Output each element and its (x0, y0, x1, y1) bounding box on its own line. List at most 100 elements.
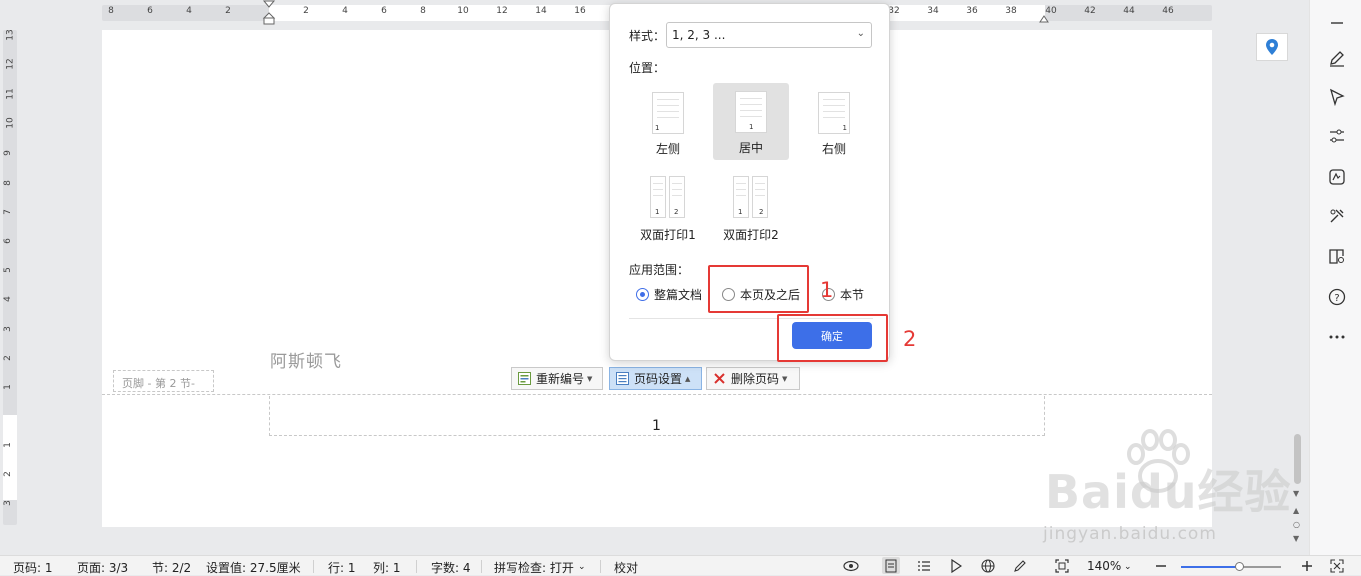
zoom-in-icon[interactable] (1298, 557, 1316, 574)
baidu-watermark-logo: Baidu经验 (1045, 465, 1292, 519)
status-setting-value[interactable]: 设置值: 27.5厘米 (206, 559, 301, 576)
chevron-down-icon: ▼ (587, 374, 593, 383)
fullscreen-icon[interactable] (1328, 557, 1346, 574)
ruler-label: 6 (381, 6, 387, 16)
ruler-label: 12 (5, 58, 16, 70)
outline-view-icon[interactable] (915, 557, 933, 574)
scroll-down-icon[interactable]: ▼ (1293, 489, 1299, 498)
ruler-label: 4 (2, 296, 13, 302)
ruler-label: 6 (147, 6, 153, 16)
status-spell-check[interactable]: 拼写检查: 打开 (494, 559, 574, 576)
status-separator (313, 560, 314, 573)
ai-doc-icon[interactable] (1326, 166, 1348, 188)
ruler-label: 34 (927, 6, 939, 16)
ruler-label: 2 (2, 355, 13, 361)
chevron-down-icon[interactable]: ⌄ (1124, 562, 1132, 572)
style-label: 样式： (629, 29, 666, 43)
chevron-down-icon: ⌄ (856, 28, 865, 39)
zoom-slider[interactable] (1181, 562, 1281, 571)
status-page-code[interactable]: 页码: 1 (13, 559, 53, 576)
ruler-label: 36 (966, 6, 978, 16)
document-body-text[interactable]: 阿斯顿飞 (270, 347, 342, 372)
position-option-label: 左侧 (655, 142, 680, 156)
right-indent-marker-icon[interactable] (1039, 13, 1049, 23)
pen-icon[interactable] (1326, 47, 1348, 69)
position-option-duplex-2[interactable]: 1 2 双面打印2 (713, 170, 789, 247)
ruler-label: 10 (5, 117, 16, 129)
ruler-label: 7 (2, 209, 13, 215)
chevron-down-icon[interactable]: ⌄ (578, 562, 586, 572)
zoom-out-icon[interactable] (1152, 557, 1170, 574)
status-word-count[interactable]: 字数: 4 (431, 559, 471, 576)
indent-marker-icon[interactable] (262, 0, 276, 28)
style-select[interactable]: 1, 2, 3 ... ⌄ (666, 22, 872, 48)
zoom-slider-fill (1181, 566, 1238, 568)
vertical-ruler[interactable]: 13 12 11 10 9 8 7 6 5 4 3 2 1 1 2 3 (2, 29, 17, 525)
more-icon[interactable] (1326, 326, 1348, 348)
ruler-label: 8 (108, 6, 114, 16)
baidu-watermark-url: jingyan.baidu.com (1043, 524, 1217, 544)
zoom-level[interactable]: 140% (1087, 559, 1121, 573)
renumber-icon (518, 372, 531, 385)
chevron-up-icon: ▲ (685, 374, 691, 383)
position-option-right[interactable]: 1 右侧 (796, 84, 872, 161)
web-view-icon[interactable] (979, 557, 997, 574)
status-separator (600, 560, 601, 573)
radio-label: 本节 (840, 288, 865, 302)
style-select-value: 1, 2, 3 ... (672, 28, 726, 42)
ruler-label: 11 (5, 88, 16, 100)
sliders-icon[interactable] (1326, 125, 1348, 147)
radio-label: 整篇文档 (654, 288, 703, 302)
range-whole-document-radio[interactable]: 整篇文档 (636, 286, 702, 303)
page-settings-icon (616, 372, 629, 385)
position-option-left[interactable]: 1 左侧 (630, 84, 706, 161)
collapse-icon[interactable] (1326, 12, 1348, 34)
vertical-scrollbar[interactable]: ▼ ▲ ○ ▼ (1292, 0, 1304, 555)
status-column[interactable]: 列: 1 (373, 559, 401, 576)
duplex-thumbnail-icon: 1 2 (733, 176, 769, 218)
ruler-label: 4 (186, 6, 192, 16)
ruler-label: 3 (2, 500, 13, 506)
right-sidebar: ? (1309, 0, 1361, 555)
status-proofread[interactable]: 校对 (614, 559, 638, 576)
book-search-icon[interactable] (1326, 245, 1348, 267)
play-icon[interactable] (947, 557, 965, 574)
ruler-label: 16 (574, 6, 586, 16)
position-option-duplex-1[interactable]: 1 2 双面打印1 (630, 170, 706, 247)
annotation-number-1: 1 (820, 278, 834, 302)
fit-window-icon[interactable] (1053, 557, 1071, 574)
navigation-pin-button[interactable] (1256, 33, 1288, 61)
ruler-label: 3 (2, 326, 13, 332)
next-page-icon[interactable]: ▼ (1293, 534, 1299, 543)
delete-page-number-button[interactable]: 删除页码 ▼ (706, 367, 800, 390)
ruler-text-area (3, 415, 17, 500)
page-number-settings-button[interactable]: 页码设置 ▲ (609, 367, 702, 390)
eye-icon[interactable] (842, 557, 860, 574)
delete-x-icon (714, 373, 725, 384)
status-bar: 页码: 1 页面: 3/3 节: 2/2 设置值: 27.5厘米 行: 1 列:… (0, 555, 1361, 575)
status-section[interactable]: 节: 2/2 (152, 559, 191, 576)
scrollbar-thumb[interactable] (1294, 434, 1301, 484)
annotation-box-2 (777, 314, 888, 362)
apply-range-label: 应用范围： (629, 263, 690, 277)
page-view-icon[interactable] (882, 557, 900, 574)
zoom-slider-knob[interactable] (1235, 562, 1244, 571)
status-page[interactable]: 页面: 3/3 (77, 559, 128, 576)
ruler-label: 8 (2, 180, 13, 186)
status-row[interactable]: 行: 1 (328, 559, 356, 576)
ruler-label: 9 (2, 150, 13, 156)
renumber-button[interactable]: 重新编号 ▼ (511, 367, 603, 390)
select-cursor-icon[interactable] (1326, 86, 1348, 108)
ruler-label: 1 (2, 442, 13, 448)
tools-icon[interactable] (1326, 205, 1348, 227)
help-icon[interactable]: ? (1326, 286, 1348, 308)
prev-page-icon[interactable]: ▲ (1293, 506, 1299, 515)
position-option-center[interactable]: 1 居中 (713, 83, 789, 160)
select-browse-object-icon[interactable]: ○ (1293, 520, 1300, 529)
ruler-label: 38 (1005, 6, 1017, 16)
ruler-label: 46 (1162, 6, 1174, 16)
ruler-label: 13 (5, 29, 16, 41)
ruler-label: 12 (496, 6, 508, 16)
footer-page-number[interactable]: 1 (652, 418, 661, 434)
pen-mode-icon[interactable] (1011, 557, 1029, 574)
